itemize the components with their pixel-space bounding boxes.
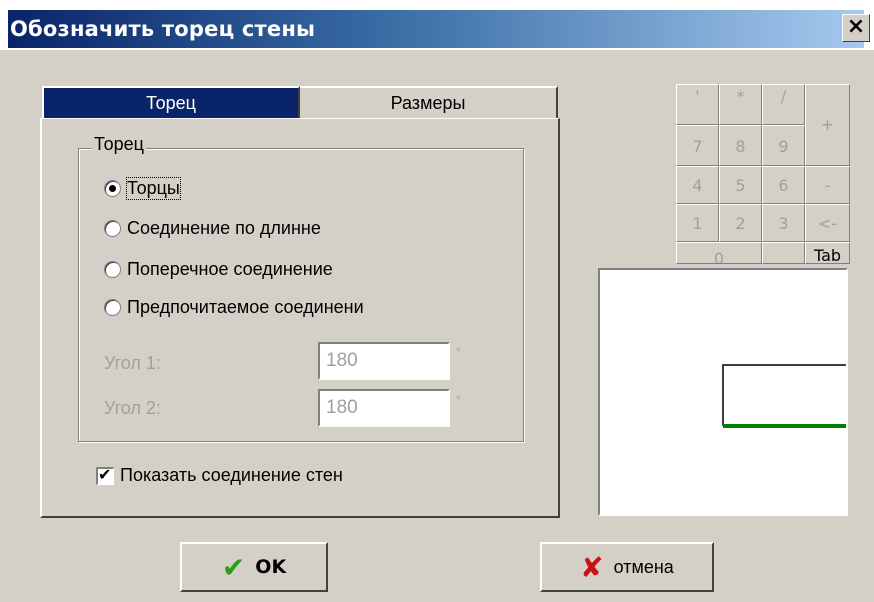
key-1[interactable]: 1 (676, 204, 719, 242)
key-label: / (780, 87, 787, 106)
angle2-label: Угол 2: (104, 398, 161, 418)
key-label: * (736, 87, 745, 106)
key-label: 6 (778, 176, 789, 195)
group-label: Торец (92, 134, 146, 155)
angle1-input[interactable]: 180 (318, 342, 450, 380)
show-walls-checkbox-row[interactable]: Показать соединение стен (96, 465, 343, 486)
angle2-unit: ° (456, 393, 461, 407)
key-backspace[interactable]: <- (805, 204, 850, 242)
tab-razmery[interactable]: Размеры (300, 86, 558, 118)
angle2-input[interactable]: 180 (318, 389, 450, 427)
key-label: + (820, 115, 835, 134)
key-label: 9 (778, 137, 789, 156)
key-8[interactable]: 8 (719, 125, 762, 166)
radio-button[interactable] (104, 179, 121, 197)
key-multiply[interactable]: * (719, 84, 762, 125)
tab-torets[interactable]: Торец (42, 86, 300, 118)
show-walls-label: Показать соединение стен (120, 465, 343, 485)
key-label: <- (817, 214, 838, 233)
radio-tortsy[interactable]: Торцы (104, 176, 181, 200)
radio-label: Соединение по длинне (127, 217, 321, 238)
title-bar: Обозначить торец стены × (0, 0, 874, 54)
key-label: 1 (692, 214, 703, 233)
angle1-unit: ° (456, 345, 461, 359)
radio-label: Предпочитаемое соединени (127, 296, 364, 317)
key-9[interactable]: 9 (762, 125, 805, 166)
key-0[interactable]: 0 (676, 242, 762, 264)
key-minus[interactable]: - (805, 166, 850, 204)
key-7[interactable]: 7 (676, 125, 719, 166)
key-label: 7 (692, 137, 703, 156)
ok-button[interactable]: ✔ OK (180, 542, 328, 592)
key-label: 0 (713, 249, 725, 264)
angle1-label: Угол 1: (104, 353, 161, 373)
key-label: 5 (735, 176, 746, 195)
cross-icon: ✘ (580, 550, 604, 584)
radio-poperechnoe-soedinenie[interactable]: Поперечное соединение (104, 257, 333, 281)
key-3[interactable]: 3 (762, 204, 805, 242)
key-label: 3 (778, 214, 789, 233)
key-apostrophe[interactable]: ' (676, 84, 719, 125)
check-icon: ✔ (221, 550, 246, 584)
key-blank[interactable] (762, 242, 805, 264)
key-2[interactable]: 2 (719, 204, 762, 242)
close-icon[interactable]: × (842, 14, 870, 42)
key-5[interactable]: 5 (719, 166, 762, 204)
radio-button[interactable] (104, 298, 121, 316)
key-plus[interactable]: + (805, 84, 850, 166)
cancel-label: отмена (613, 556, 674, 577)
radio-label: Торцы (126, 176, 181, 200)
window-title: Обозначить торец стены (10, 17, 316, 41)
keypad: ' * / + 7 8 9 4 5 6 - 1 2 3 <- 0 Tab (676, 84, 850, 264)
cancel-button[interactable]: ✘ отмена (540, 542, 714, 592)
key-6[interactable]: 6 (762, 166, 805, 204)
key-tab[interactable]: Tab (805, 242, 850, 264)
preview-pane (598, 268, 848, 516)
preview-canvas (600, 270, 846, 514)
ok-label: OK (255, 556, 287, 578)
radio-soedinenie-po-dlinne[interactable]: Соединение по длинне (104, 216, 321, 240)
key-4[interactable]: 4 (676, 166, 719, 204)
key-label: 2 (735, 214, 746, 233)
key-label: 8 (735, 137, 746, 156)
key-label: Tab (813, 246, 842, 264)
title-bar-bottom-strip (0, 50, 874, 54)
radio-button[interactable] (104, 260, 121, 278)
key-label: ' (695, 87, 700, 106)
radio-predpochitaemoe-soedinenie[interactable]: Предпочитаемое соединени (104, 295, 364, 319)
radio-button[interactable] (104, 219, 121, 237)
window-border (0, 54, 8, 602)
radio-label: Поперечное соединение (127, 258, 333, 279)
key-label: 4 (692, 176, 703, 195)
key-divide[interactable]: / (762, 84, 805, 125)
key-label: - (824, 176, 831, 195)
show-walls-checkbox[interactable] (96, 465, 114, 485)
